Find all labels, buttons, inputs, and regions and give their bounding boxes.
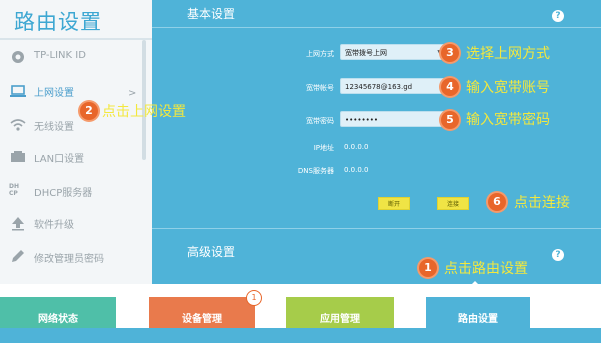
ip-value: 0.0.0.0 — [344, 143, 369, 151]
sidebar-item-firmware-upgrade[interactable]: 软件升级 — [0, 208, 152, 238]
help-icon[interactable]: ? — [552, 249, 564, 261]
annotation-text-4: 输入宽带账号 — [466, 80, 550, 96]
notification-badge: 1 — [246, 290, 262, 306]
tab-app-management[interactable]: 应用管理 — [286, 297, 394, 328]
tab-router-settings[interactable]: 路由设置 — [426, 297, 530, 328]
page-title: 路由设置 — [14, 10, 102, 34]
sidebar-item-label: LAN口设置 — [34, 154, 85, 165]
sidebar-item-label: DHCP服务器 — [34, 188, 93, 199]
annotation-badge-2: 2 — [80, 102, 98, 120]
active-tab-indicator — [469, 281, 481, 287]
lan-icon — [11, 151, 25, 162]
conn-type-select[interactable]: 宽带拨号上网 ▼ — [340, 44, 446, 60]
account-label: 宽带帐号 — [306, 84, 334, 92]
tab-device-management[interactable]: 设备管理 — [149, 297, 255, 328]
sidebar-item-dhcp-server[interactable]: DH CP DHCP服务器 — [0, 176, 152, 206]
annotation-badge-3: 3 — [441, 44, 459, 62]
account-input[interactable]: 12345678@163.gd — [340, 78, 446, 94]
sidebar-item-tplink-id[interactable]: TP-LINK ID — [0, 42, 152, 72]
help-icon[interactable]: ? — [552, 10, 564, 22]
upload-icon — [12, 217, 24, 231]
annotation-text-3: 选择上网方式 — [466, 46, 550, 62]
dns-value: 0.0.0.0 — [344, 166, 369, 174]
divider — [152, 27, 601, 28]
ip-label: IP地址 — [313, 144, 334, 152]
connect-button[interactable]: 连接 — [437, 197, 469, 210]
annotation-badge-6: 6 — [488, 193, 506, 211]
advanced-settings-title: 高级设置 — [187, 245, 236, 259]
password-value: •••••••• — [345, 116, 379, 124]
divider — [0, 38, 152, 40]
sidebar-item-label: 无线设置 — [34, 122, 74, 133]
basic-settings-title: 基本设置 — [187, 7, 236, 21]
gear-icon — [12, 51, 24, 63]
account-value: 12345678@163.gd — [345, 83, 413, 91]
annotation-badge-4: 4 — [441, 78, 459, 96]
disconnect-button[interactable]: 断开 — [378, 197, 410, 210]
wifi-icon — [10, 119, 26, 131]
annotation-badge-1: 1 — [419, 259, 437, 277]
chevron-right-icon: > — [128, 88, 137, 99]
annotation-text-2: 点击上网设置 — [102, 104, 186, 120]
pencil-icon — [12, 250, 24, 262]
sidebar-item-label: 上网设置 — [34, 88, 74, 99]
sidebar-item-change-admin-password[interactable]: 修改管理员密码 — [0, 242, 152, 272]
annotation-text-5: 输入宽带密码 — [466, 112, 550, 128]
annotation-text-1: 点击路由设置 — [444, 261, 528, 277]
sidebar-item-lan-settings[interactable]: LAN口设置 — [0, 142, 152, 172]
password-label: 宽带密码 — [306, 117, 334, 125]
tab-network-status[interactable]: 网络状态 — [0, 297, 116, 328]
laptop-icon — [10, 85, 26, 97]
annotation-badge-5: 5 — [441, 111, 459, 129]
password-input[interactable]: •••••••• — [340, 111, 446, 127]
dns-label: DNS服务器 — [297, 167, 334, 175]
sidebar-item-label: 软件升级 — [34, 220, 74, 231]
dhcp-icon: DH CP — [9, 183, 20, 197]
sidebar-item-label: 修改管理员密码 — [34, 254, 104, 265]
sidebar-item-label: TP-LINK ID — [34, 50, 86, 61]
divider — [152, 228, 601, 229]
conn-type-value: 宽带拨号上网 — [345, 49, 387, 57]
annotation-text-6: 点击连接 — [514, 195, 570, 211]
conn-type-label: 上网方式 — [306, 50, 334, 58]
